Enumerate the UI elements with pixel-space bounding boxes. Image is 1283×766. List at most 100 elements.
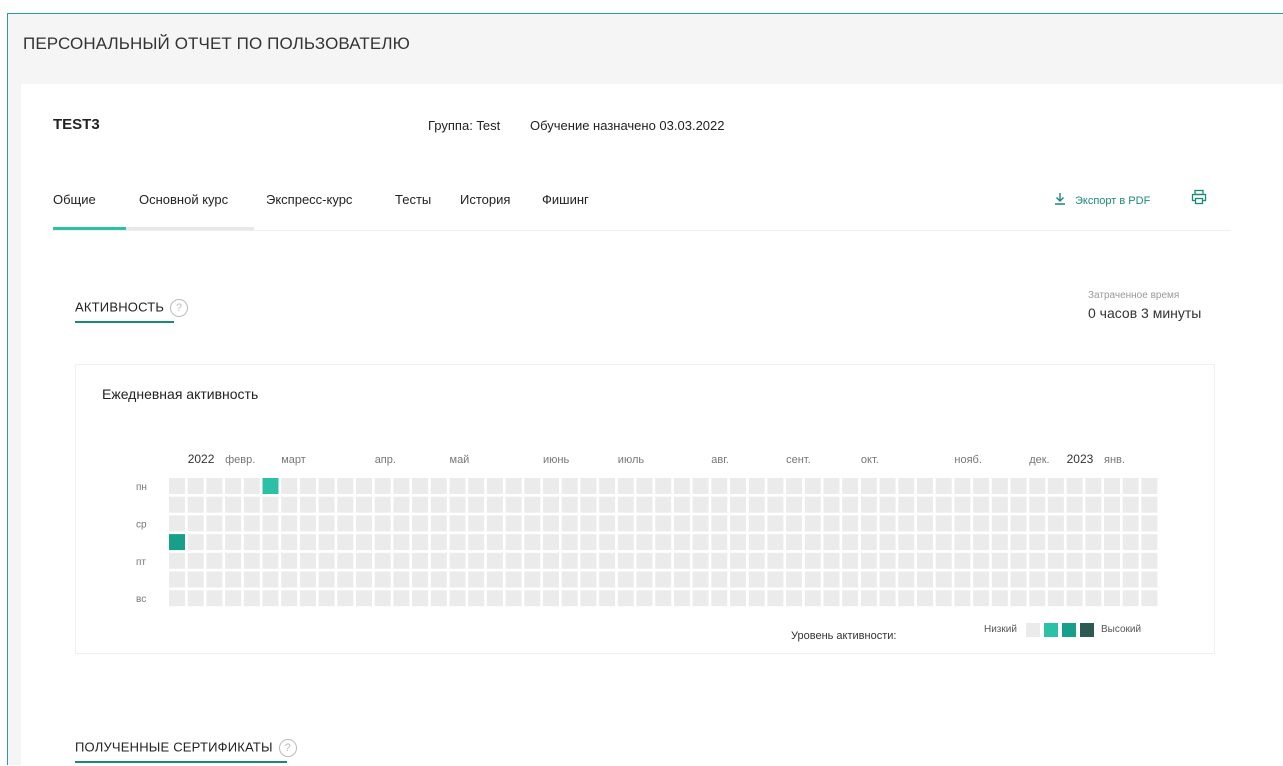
heatmap-cell (730, 515, 746, 532)
user-name: TEST3 (53, 116, 100, 133)
heatmap-cell (561, 590, 578, 607)
heatmap-cell (748, 534, 765, 551)
certificates-section-title: ПОЛУЧЕННЫЕ СЕРТИФИКАТЫ? (75, 739, 297, 757)
heatmap-cell (1047, 496, 1064, 513)
heatmap-cell (879, 552, 896, 569)
heatmap-cell (599, 478, 616, 494)
heatmap-cell (430, 478, 447, 494)
day-label: ср (136, 519, 147, 530)
tab-general[interactable]: Общие (53, 192, 96, 207)
heatmap-cell (1029, 571, 1046, 588)
heatmap-cell (730, 478, 746, 494)
print-button[interactable] (1191, 189, 1207, 210)
heatmap-cell (991, 571, 1008, 588)
heatmap-cell (543, 515, 559, 532)
heatmap-cell (580, 478, 597, 494)
tab-phishing[interactable]: Фишинг (542, 192, 589, 207)
heatmap-cell (804, 590, 821, 607)
heatmap-cell (1104, 590, 1120, 607)
heatmap-cell (617, 552, 634, 569)
heatmap-cell (468, 571, 485, 588)
heatmap-cell (748, 552, 765, 569)
heatmap-cell (486, 534, 503, 551)
heatmap-cell (543, 534, 559, 551)
activity-section-title: АКТИВНОСТЬ? (75, 299, 189, 317)
export-pdf-button[interactable]: Экспорт в PDF (1053, 192, 1150, 209)
heatmap-cell (561, 478, 578, 494)
year-label: 2022 (188, 452, 215, 466)
heatmap-cell (655, 534, 672, 551)
heatmap-cell (636, 571, 653, 588)
heatmap-cell (842, 496, 859, 513)
heatmap-cell (730, 552, 746, 569)
tab-tests[interactable]: Тесты (395, 192, 431, 207)
heatmap-cell (599, 590, 616, 607)
heatmap-cell (954, 478, 971, 494)
heatmap-cell (655, 478, 672, 494)
help-icon[interactable]: ? (278, 739, 297, 757)
heatmap-cell (486, 590, 503, 607)
heatmap-cell (617, 590, 634, 607)
tab-express-course[interactable]: Экспресс-курс (266, 192, 352, 207)
heatmap-cell (449, 496, 466, 513)
heatmap-cell (206, 478, 223, 494)
tab-history[interactable]: История (460, 192, 510, 207)
heatmap-cell (917, 552, 933, 569)
heatmap-cell (1047, 515, 1064, 532)
heatmap-cell (337, 515, 354, 532)
heatmap-cell (169, 590, 185, 607)
day-label: пн (136, 482, 147, 493)
heatmap-cell (1104, 552, 1120, 569)
legend-swatch (1026, 623, 1040, 637)
heatmap-cell (1104, 534, 1120, 551)
heatmap-cell (823, 552, 840, 569)
tab-main-course[interactable]: Основной курс (139, 192, 228, 207)
heatmap-cell (636, 478, 653, 494)
heatmap-cell (505, 534, 522, 551)
heatmap-cell (748, 571, 765, 588)
heatmap-cell (842, 478, 859, 494)
heatmap-cell (225, 496, 242, 513)
heatmap-cell (730, 534, 746, 551)
month-label: нояб. (954, 454, 982, 466)
heatmap-cell (1029, 478, 1046, 494)
heatmap-cell (412, 571, 429, 588)
export-pdf-label: Экспорт в PDF (1075, 194, 1151, 207)
heatmap-cell (430, 496, 447, 513)
heatmap-cell (1122, 534, 1139, 551)
heatmap-cell (842, 571, 859, 588)
heatmap-cell (225, 478, 242, 494)
heatmap-cell (1029, 534, 1046, 551)
help-icon[interactable]: ? (170, 299, 189, 317)
heatmap-cell (299, 515, 316, 532)
heatmap-cell (954, 552, 971, 569)
heatmap-cell (468, 496, 485, 513)
heatmap-cell (842, 534, 859, 551)
certificates-section-underline (75, 761, 287, 763)
heatmap-cell (468, 590, 485, 607)
heatmap-cell (243, 571, 260, 588)
heatmap-cell (187, 590, 204, 607)
heatmap-cell (318, 478, 335, 494)
heatmap-cell (318, 496, 335, 513)
heatmap-cell (206, 571, 223, 588)
heatmap-cell (767, 534, 784, 551)
heatmap-cell (673, 515, 690, 532)
heatmap-cell (1085, 534, 1102, 551)
heatmap-cell (243, 496, 260, 513)
heatmap-cell (374, 571, 391, 588)
heatmap-cell (617, 571, 634, 588)
heatmap-cell (748, 590, 765, 607)
heatmap-cell (262, 496, 279, 513)
active-tab-indicator (53, 227, 126, 230)
heatmap-cell (1085, 571, 1102, 588)
heatmap-cell (954, 496, 971, 513)
heatmap-cell (1122, 515, 1139, 532)
heatmap-cell (935, 515, 952, 532)
heatmap-cell (561, 515, 578, 532)
heatmap-cell (673, 534, 690, 551)
heatmap-cell (1085, 552, 1102, 569)
heatmap-cell (412, 552, 429, 569)
heatmap-cell (187, 552, 204, 569)
heatmap-cell (917, 496, 933, 513)
